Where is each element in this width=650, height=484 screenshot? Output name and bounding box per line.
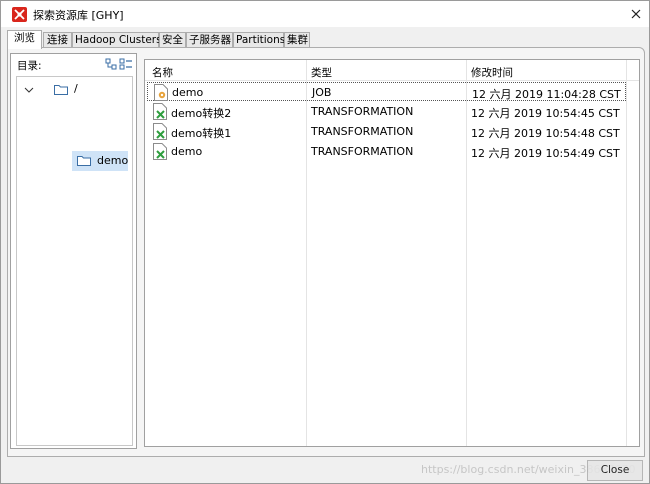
job-icon: [153, 84, 169, 101]
header-divider: [145, 80, 639, 81]
tab-browse[interactable]: 浏览: [7, 30, 42, 49]
tab-hadoop-clusters[interactable]: Hadoop Clusters: [72, 32, 162, 48]
close-icon[interactable]: [627, 5, 645, 23]
title-bar: 探索资源库 [GHY]: [1, 1, 649, 27]
app-logo-icon: [12, 7, 27, 22]
row-modified: 12 六月 2019 10:54:49 CST: [471, 147, 620, 160]
row-type: TRANSFORMATION: [311, 125, 414, 138]
row-name: demo: [172, 86, 204, 99]
repository-explorer-window: 探索资源库 [GHY] 浏览 连接 Hadoop Clusters 安全 子服务…: [0, 0, 650, 484]
tree-view-toggle-icon[interactable]: [105, 58, 133, 70]
tab-connections[interactable]: 连接: [43, 32, 72, 48]
tab-slave-servers[interactable]: 子服务器: [186, 32, 233, 48]
column-header-name[interactable]: 名称: [152, 65, 173, 80]
list-row[interactable]: demo转换1 TRANSFORMATION 12 六月 2019 10:54:…: [147, 122, 626, 141]
row-name: demo转换1: [171, 127, 232, 140]
row-type: TRANSFORMATION: [311, 145, 414, 158]
directory-tree: [16, 76, 133, 446]
tree-item-demo[interactable]: demo: [72, 151, 128, 171]
row-name: demo转换2: [171, 107, 232, 120]
row-modified: 12 六月 2019 11:04:28 CST: [472, 88, 621, 101]
tree-item-label: demo: [97, 154, 129, 167]
column-header-type[interactable]: 类型: [311, 65, 332, 80]
folder-icon: [77, 155, 91, 166]
chevron-down-icon[interactable]: [24, 84, 34, 93]
column-divider: [626, 60, 627, 446]
tab-bar: 浏览 连接 Hadoop Clusters 安全 子服务器 Partitions…: [7, 30, 643, 49]
folder-icon: [54, 84, 68, 95]
directory-tree-pane: 目录: / demo: [10, 53, 137, 449]
transformation-icon: [152, 123, 168, 140]
transformation-icon: [152, 143, 168, 160]
tree-root-label[interactable]: /: [74, 82, 78, 95]
object-list-pane: 名称 类型 修改时间 demo JOB 12 六月 2019 11:04:28 …: [144, 59, 640, 447]
directory-label: 目录:: [17, 60, 42, 72]
row-modified: 12 六月 2019 10:54:48 CST: [471, 127, 620, 140]
list-row[interactable]: demo TRANSFORMATION 12 六月 2019 10:54:49 …: [147, 142, 626, 161]
tab-partitions[interactable]: Partitions: [233, 32, 285, 48]
transformation-icon: [152, 103, 168, 120]
close-button[interactable]: Close: [587, 460, 643, 481]
column-header-modified[interactable]: 修改时间: [471, 65, 513, 80]
tab-security[interactable]: 安全: [159, 32, 186, 48]
tab-cluster[interactable]: 集群: [284, 32, 310, 48]
row-name: demo: [171, 145, 203, 158]
window-title: 探索资源库 [GHY]: [33, 9, 124, 22]
row-type: TRANSFORMATION: [311, 105, 414, 118]
list-row[interactable]: demo转换2 TRANSFORMATION 12 六月 2019 10:54:…: [147, 102, 626, 121]
row-modified: 12 六月 2019 10:54:45 CST: [471, 107, 620, 120]
row-type: JOB: [312, 86, 332, 99]
list-row[interactable]: demo JOB 12 六月 2019 11:04:28 CST: [147, 82, 626, 101]
